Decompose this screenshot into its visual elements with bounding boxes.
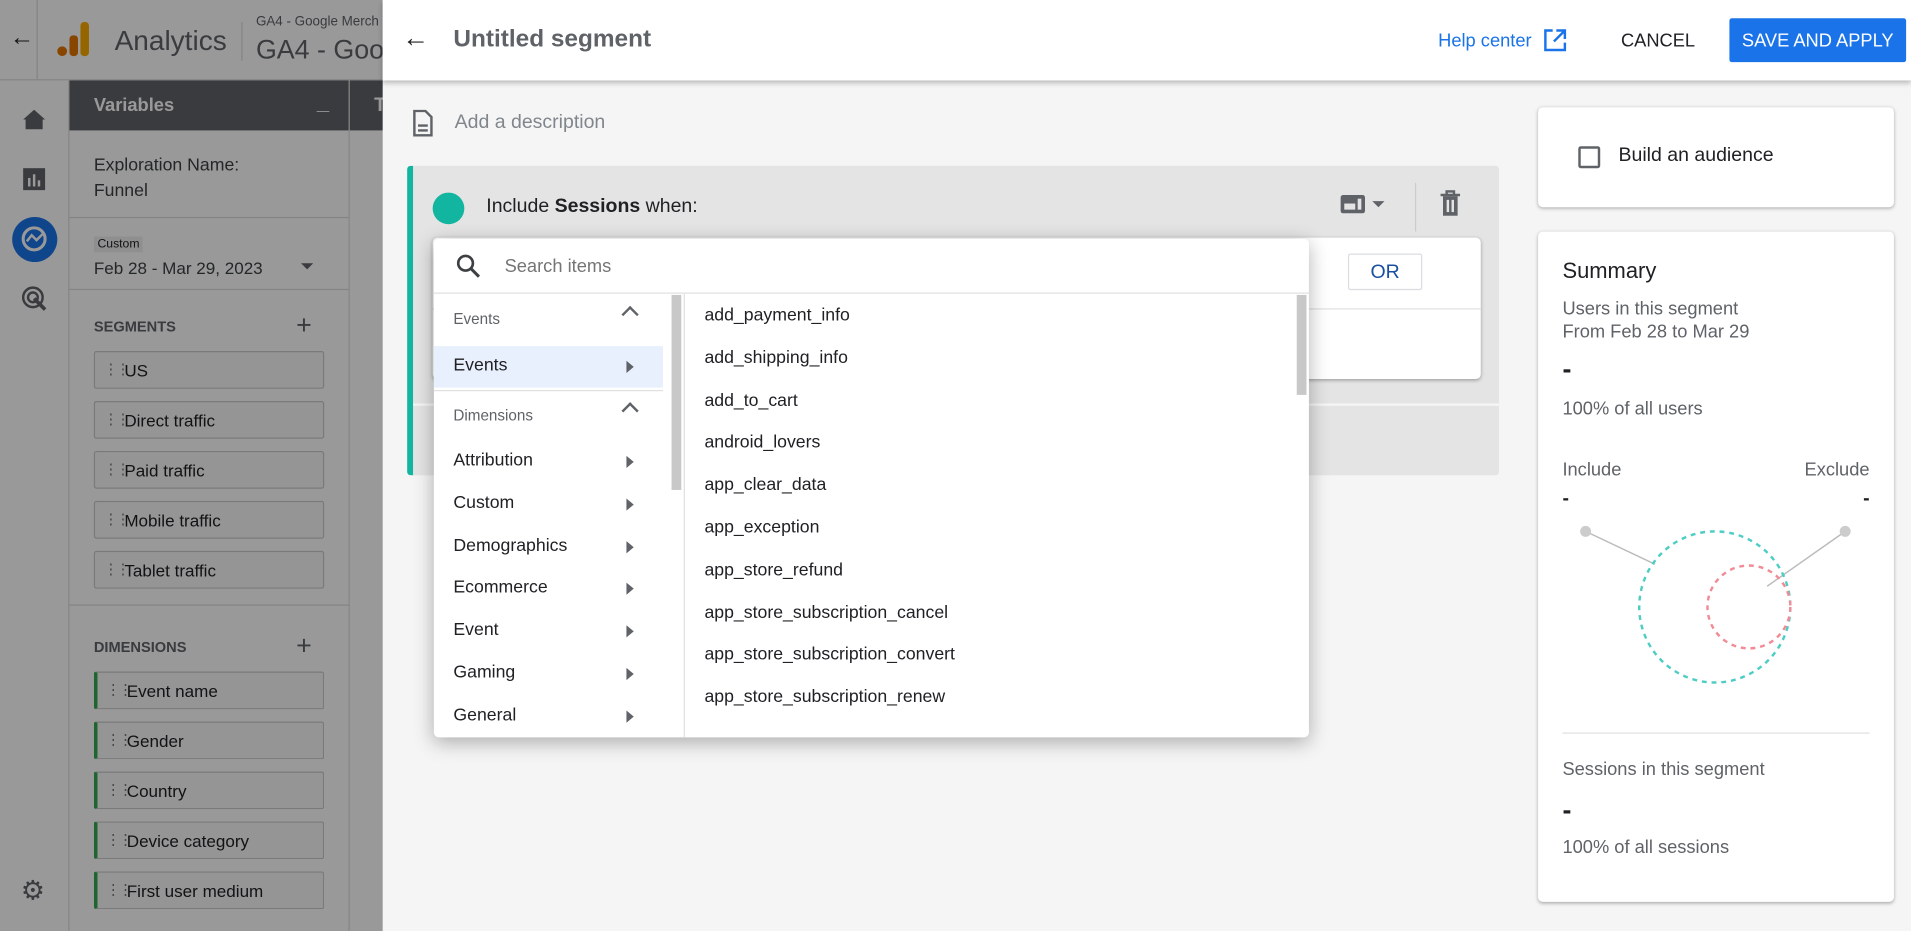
picker-item[interactable]: add_shipping_info xyxy=(704,348,847,368)
scope-selector[interactable]: Sessions xyxy=(555,196,641,217)
picker-item[interactable]: app_exception xyxy=(704,518,819,538)
users-range: From Feb 28 to Mar 29 xyxy=(1562,321,1750,343)
segment-color-dot[interactable] xyxy=(432,192,465,225)
include-value: - xyxy=(1562,488,1569,510)
chevron-right-icon xyxy=(626,710,634,723)
chevron-right-icon xyxy=(626,498,634,511)
build-audience-label[interactable]: Build an audience xyxy=(1619,145,1774,167)
summary-card: Summary Users in this segment From Feb 28… xyxy=(1538,231,1894,902)
sessions-label: Sessions in this segment xyxy=(1562,759,1765,780)
audience-card: Build an audience xyxy=(1538,107,1894,208)
picker-item[interactable]: app_store_subscription_cancel xyxy=(704,603,948,623)
or-button[interactable]: OR xyxy=(1347,253,1423,291)
picker-item[interactable]: app_store_subscription_convert xyxy=(704,645,955,665)
collapse-icon[interactable] xyxy=(621,402,639,420)
chevron-right-icon xyxy=(626,667,634,681)
segment-header: ← Untitled segment Help center CANCEL SA… xyxy=(382,0,1911,81)
category-events[interactable]: Events xyxy=(433,346,663,388)
back-arrow-icon[interactable]: ← xyxy=(402,22,429,54)
category-item[interactable]: Custom xyxy=(434,484,663,525)
include-label: Include xyxy=(1562,459,1622,481)
exclude-dot xyxy=(1839,525,1851,537)
save-and-apply-button[interactable]: SAVE AND APPLY xyxy=(1729,18,1907,63)
events-section-header[interactable]: Events xyxy=(434,305,663,328)
chevron-right-icon xyxy=(626,455,634,468)
description-icon xyxy=(413,109,433,137)
categories-scrollbar[interactable] xyxy=(671,294,682,490)
category-item[interactable]: Ecommerce xyxy=(434,568,663,609)
chevron-right-icon xyxy=(626,540,634,553)
dimensions-section-header[interactable]: Dimensions xyxy=(434,402,663,424)
category-item[interactable]: Gaming xyxy=(434,653,663,694)
users-percent: 100% of all users xyxy=(1562,398,1703,420)
dimension-picker-popup: Events Events Dimensions AttributionCust… xyxy=(433,238,1309,738)
delete-icon[interactable] xyxy=(1439,190,1461,217)
sessions-value: - xyxy=(1562,794,1572,826)
picker-item[interactable]: android_lovers xyxy=(704,433,820,453)
segment-builder-panel: ← Untitled segment Help center CANCEL SA… xyxy=(382,0,1911,931)
build-audience-checkbox[interactable] xyxy=(1578,146,1601,169)
exclude-label: Exclude xyxy=(1804,459,1870,481)
venn-diagram xyxy=(1580,525,1851,684)
open-in-new-icon[interactable] xyxy=(1543,28,1567,52)
include-leader-line xyxy=(1585,530,1656,565)
picker-item[interactable]: add_to_cart xyxy=(704,391,797,411)
chevron-right-icon xyxy=(626,625,634,638)
category-item[interactable]: General xyxy=(434,696,663,737)
chevron-right-icon xyxy=(626,583,634,596)
search-items-input[interactable] xyxy=(504,248,1236,283)
users-label: Users in this segment xyxy=(1562,298,1739,320)
exclude-value: - xyxy=(1863,488,1870,510)
picker-item[interactable]: app_store_subscription_renew xyxy=(704,688,945,708)
include-circle xyxy=(1638,530,1792,684)
picker-item[interactable]: app_clear_data xyxy=(704,476,826,496)
chevron-right-icon xyxy=(626,360,634,373)
category-item[interactable]: Event xyxy=(434,611,663,652)
search-icon xyxy=(456,254,481,278)
summary-title: Summary xyxy=(1562,258,1657,283)
cancel-button[interactable]: CANCEL xyxy=(1621,30,1695,51)
include-dot xyxy=(1580,525,1592,537)
collapse-icon[interactable] xyxy=(621,305,639,324)
condition-scope-menu-icon[interactable] xyxy=(1339,193,1390,217)
picker-item[interactable]: add_payment_info xyxy=(704,306,849,326)
help-center-link[interactable]: Help center xyxy=(1438,30,1532,51)
users-value: - xyxy=(1562,353,1572,384)
picker-item[interactable]: app_store_refund xyxy=(704,560,843,580)
category-item[interactable]: Attribution xyxy=(434,441,663,482)
category-item[interactable]: Demographics xyxy=(434,526,663,567)
sessions-percent: 100% of all sessions xyxy=(1562,837,1730,858)
segment-title[interactable]: Untitled segment xyxy=(453,26,651,54)
items-scrollbar[interactable] xyxy=(1296,294,1307,395)
include-label: Include Sessions when: xyxy=(486,196,698,217)
exclude-circle xyxy=(1706,564,1792,650)
description-input[interactable]: Add a description xyxy=(455,112,606,134)
